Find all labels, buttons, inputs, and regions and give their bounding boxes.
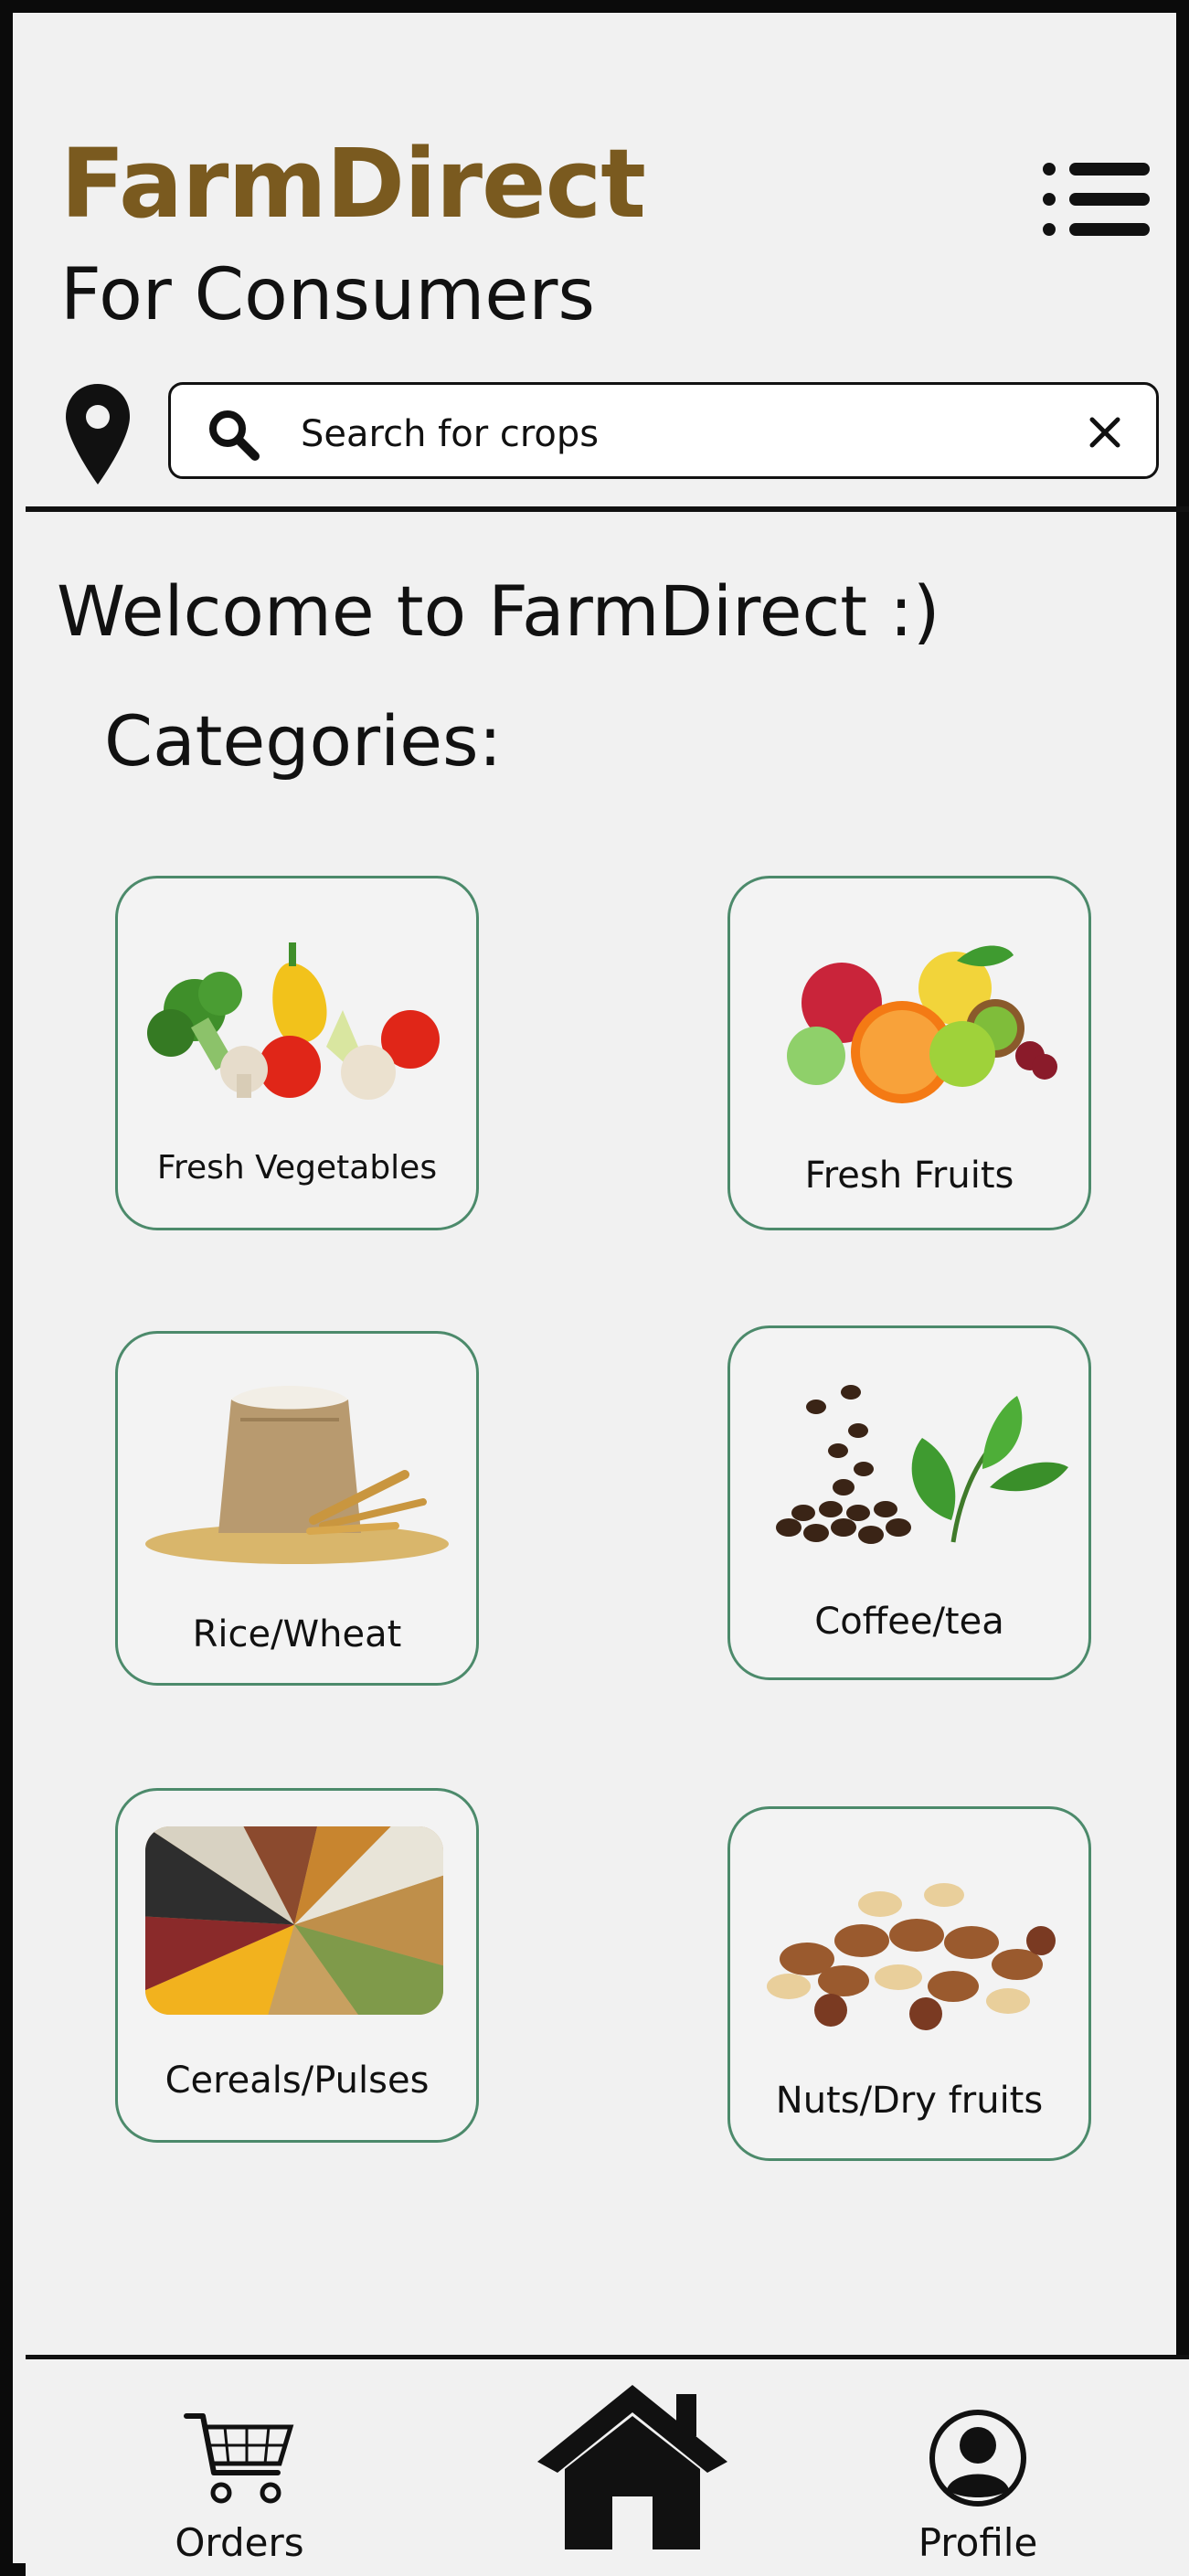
app-frame: FarmDirect For Consumers Welco bbox=[0, 0, 1189, 2576]
nav-orders[interactable]: Orders bbox=[139, 2409, 340, 2565]
cart-icon bbox=[184, 2413, 294, 2504]
category-label-cereals-pulses: Cereals/Pulses bbox=[165, 2060, 430, 2102]
user-profile-icon bbox=[929, 2410, 1026, 2507]
brand-logo: FarmDirect bbox=[60, 128, 646, 240]
search-input[interactable] bbox=[299, 401, 1034, 467]
nav-profile[interactable]: Profile bbox=[888, 2409, 1067, 2565]
categories-heading: Categories: bbox=[104, 700, 503, 782]
bottom-nav: Orders Profile bbox=[26, 2355, 1189, 2576]
category-card-nuts[interactable]: Nuts/Dry fruits bbox=[727, 1806, 1091, 2161]
category-card-fruits[interactable]: Fresh Fruits bbox=[727, 876, 1091, 1230]
category-label-coffee-tea: Coffee/tea bbox=[814, 1601, 1004, 1643]
fruits-image bbox=[787, 945, 1057, 1103]
welcome-heading: Welcome to FarmDirect :) bbox=[57, 570, 940, 652]
category-label-nuts: Nuts/Dry fruits bbox=[775, 2080, 1044, 2122]
coffee-tea-image bbox=[776, 1385, 1068, 1544]
location-pin-icon[interactable] bbox=[64, 382, 132, 488]
menu-icon[interactable] bbox=[1042, 158, 1152, 240]
category-card-coffee-tea[interactable]: Coffee/tea bbox=[727, 1325, 1091, 1680]
category-label-rice-wheat: Rice/Wheat bbox=[192, 1613, 402, 1655]
nav-profile-label: Profile bbox=[918, 2520, 1038, 2565]
nav-orders-label: Orders bbox=[175, 2520, 304, 2565]
close-icon[interactable] bbox=[1085, 412, 1125, 452]
nav-home[interactable] bbox=[534, 2381, 731, 2551]
home-icon bbox=[537, 2385, 727, 2549]
category-card-rice-wheat[interactable]: Rice/Wheat bbox=[115, 1331, 479, 1686]
category-card-cereals-pulses[interactable]: Cereals/Pulses bbox=[115, 1788, 479, 2143]
grain-sack-image bbox=[145, 1386, 449, 1564]
nuts-image bbox=[767, 1883, 1056, 2030]
category-card-vegetables[interactable]: Fresh Vegetables bbox=[115, 876, 479, 1230]
category-label-fruits: Fresh Fruits bbox=[804, 1155, 1014, 1197]
header: FarmDirect For Consumers bbox=[26, 26, 1189, 512]
search-icon bbox=[209, 410, 260, 461]
cereals-pulses-image bbox=[145, 1826, 443, 2015]
app-subtitle: For Consumers bbox=[60, 254, 596, 336]
category-label-vegetables: Fresh Vegetables bbox=[156, 1149, 438, 1187]
vegetables-image bbox=[147, 942, 440, 1100]
search-bar bbox=[168, 382, 1159, 479]
